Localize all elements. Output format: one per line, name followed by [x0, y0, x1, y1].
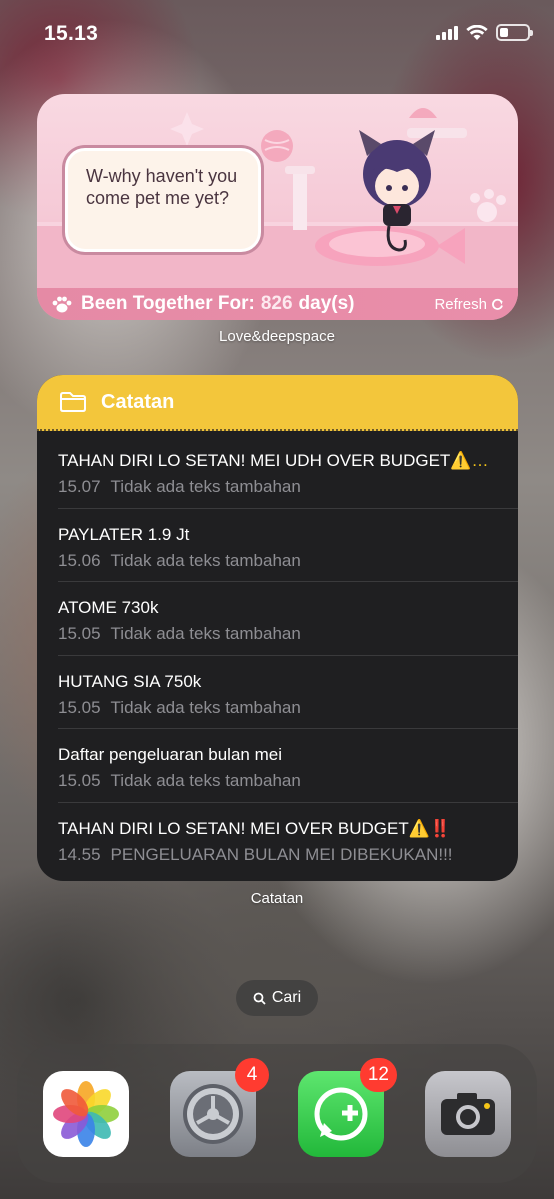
together-unit: day(s)	[298, 293, 355, 314]
status-bar: 15.13	[0, 0, 554, 64]
together-bar: Been Together For: 826 day(s) Refresh	[37, 288, 518, 320]
photos-app-icon[interactable]	[43, 1071, 129, 1157]
note-title: TAHAN DIRI LO SETAN! MEI OVER BUDGET⚠️‼️	[58, 818, 452, 838]
note-subtitle: 14.55 PENGELUARAN BULAN MEI DIBEKUKAN!!!	[58, 845, 518, 865]
paw-icon	[52, 296, 72, 313]
search-button[interactable]: Cari	[236, 980, 318, 1016]
note-item[interactable]: TAHAN DIRI LO SETAN! MEI OVER BUDGET⚠️‼️…	[58, 803, 518, 877]
note-time: 15.07	[58, 477, 101, 496]
notes-title: Catatan	[101, 390, 175, 413]
photos-flower-icon	[53, 1081, 119, 1147]
note-preview: Tidak ada teks tambahan	[110, 624, 301, 644]
refresh-button[interactable]: Refresh	[434, 296, 504, 313]
note-preview: Tidak ada teks tambahan	[110, 550, 301, 570]
speech-text: W-why haven't you come pet me yet?	[86, 166, 238, 208]
settings-app-icon[interactable]: 4	[170, 1058, 269, 1157]
note-preview: Tidak ada teks tambahan	[110, 477, 301, 496]
double-exclamation-icon: ‼️	[429, 818, 452, 838]
camera-app-icon[interactable]	[425, 1071, 511, 1157]
search-label: Cari	[271, 989, 302, 1006]
whatsapp-app-icon[interactable]: 12	[298, 1058, 397, 1157]
note-time: 15.05	[58, 771, 101, 791]
note-item[interactable]: Daftar pengeluaran bulan mei 15.05 Tidak …	[58, 729, 518, 803]
notes-widget[interactable]: Catatan TAHAN DIRI LO SETAN! MEI UDH OVE…	[37, 375, 518, 881]
refresh-icon	[492, 298, 503, 310]
camera-icon	[441, 1093, 495, 1135]
note-subtitle: 15.05 Tidak ada teks tambahan	[58, 698, 518, 718]
note-preview: Tidak ada teks tambahan	[110, 771, 301, 791]
battery-level	[500, 28, 508, 37]
notes-header[interactable]: Catatan	[37, 375, 518, 431]
love-deepspace-widget[interactable]: W-why haven't you come pet me yet? Been …	[37, 94, 518, 320]
notification-badge: 4	[235, 1058, 269, 1092]
note-time: 15.05	[58, 624, 101, 644]
warning-icon: ⚠️…	[450, 451, 489, 470]
note-subtitle: 15.05 Tidak ada teks tambahan	[58, 624, 518, 644]
cellular-signal-icon	[436, 25, 458, 40]
note-title: Daftar pengeluaran bulan mei	[58, 745, 282, 765]
note-time: 15.06	[58, 550, 101, 570]
note-preview: PENGELUARAN BULAN MEI DIBEKUKAN!!!	[110, 844, 453, 864]
battery-icon	[496, 24, 533, 41]
note-subtitle: 15.06 Tidak ada teks tambahan	[58, 551, 518, 571]
note-item[interactable]: HUTANG SIA 750k 15.05 Tidak ada teks tamb…	[58, 656, 518, 730]
together-count: 826	[260, 293, 293, 314]
refresh-label: Refresh	[434, 295, 487, 313]
note-preview: Tidak ada teks tambahan	[110, 697, 301, 717]
folder-icon	[60, 392, 86, 412]
love-widget-caption: Love&deepspace	[219, 328, 335, 345]
note-subtitle: 15.07 Tidak ada teks tambahan	[58, 477, 518, 497]
note-title: TAHAN DIRI LO SETAN! MEI UDH OVER BUDGET…	[58, 451, 489, 470]
note-title: ATOME 730k	[58, 598, 159, 618]
search-icon	[253, 992, 266, 1005]
wifi-icon	[466, 24, 488, 40]
status-icons	[436, 24, 533, 41]
together-label: Been Together For:	[81, 293, 255, 314]
note-time: 14.55	[58, 844, 101, 864]
note-title: PAYLATER 1.9 Jt	[58, 524, 190, 544]
notes-widget-caption: Catatan	[250, 890, 304, 907]
note-item[interactable]: ATOME 730k 15.05 Tidak ada teks tambahan	[58, 582, 518, 656]
speech-bubble: W-why haven't you come pet me yet?	[65, 148, 261, 252]
note-item[interactable]: TAHAN DIRI LO SETAN! MEI UDH OVER BUDGET…	[58, 435, 518, 509]
dock: 4 12	[17, 1044, 537, 1183]
note-item[interactable]: PAYLATER 1.9 Jt 15.06 Tidak ada teks tamb…	[58, 509, 518, 583]
notification-badge: 12	[359, 1058, 397, 1092]
status-time: 15.13	[44, 22, 99, 45]
warning-icon: ⚠️	[408, 818, 430, 838]
note-time: 15.05	[58, 697, 101, 717]
note-subtitle: 15.05 Tidak ada teks tambahan	[58, 771, 518, 791]
note-title: HUTANG SIA 750k	[58, 671, 202, 691]
notes-list: TAHAN DIRI LO SETAN! MEI UDH OVER BUDGET…	[37, 431, 518, 877]
